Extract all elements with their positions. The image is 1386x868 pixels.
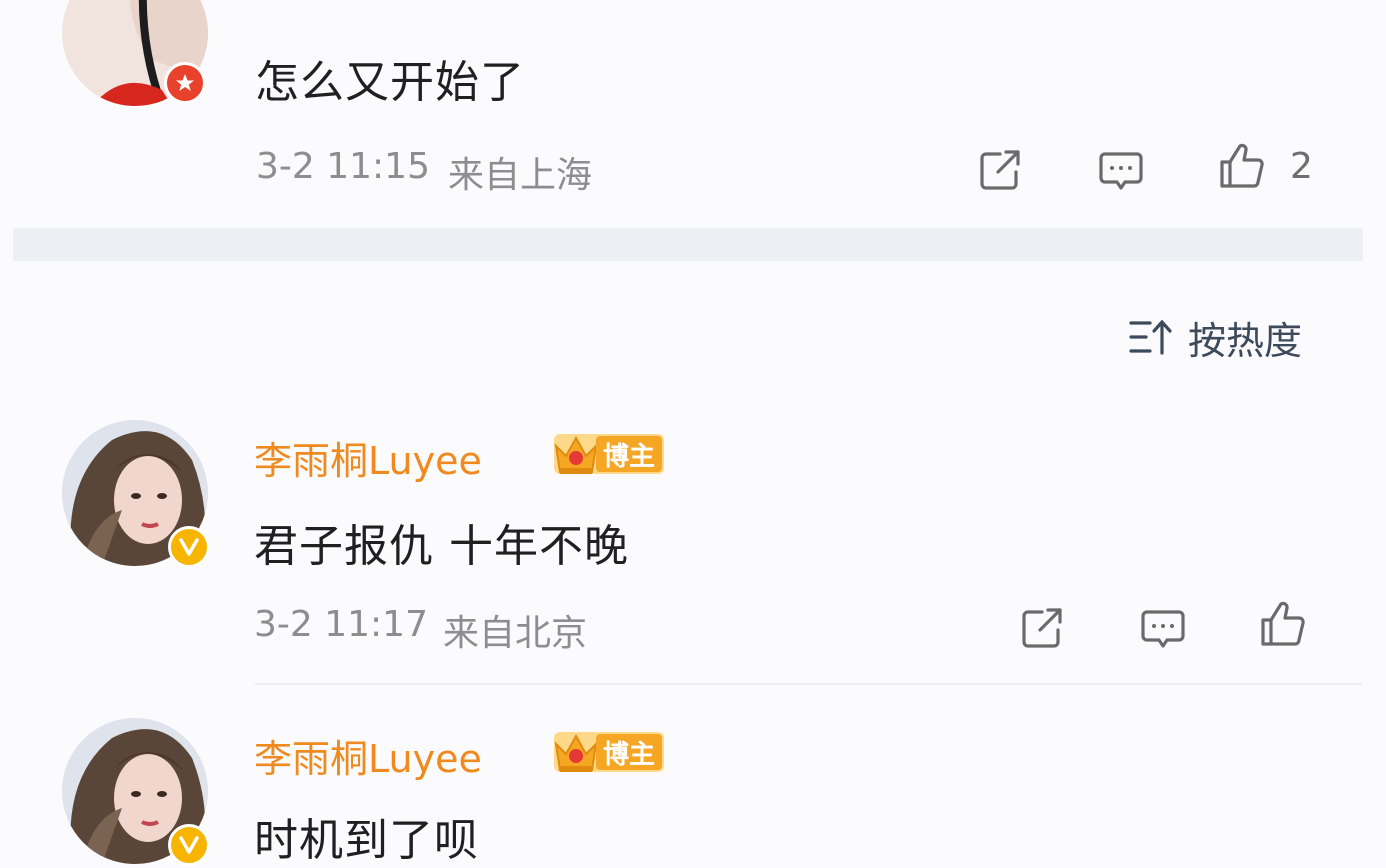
username[interactable]: 李雨桐Luyee (254, 728, 482, 783)
reply-text: 时机到了呗 (254, 815, 479, 866)
badge-label: 博主 (596, 734, 662, 770)
red-badge-icon (164, 62, 206, 104)
comment-text: 怎么又开始了 (255, 57, 525, 108)
avatar-reply-1[interactable] (62, 420, 210, 568)
avatar-first-comment[interactable] (62, 0, 208, 106)
reply-date: 3-2 11:17 (254, 604, 428, 645)
sort-icon (1129, 319, 1172, 355)
blogger-badge: 博主 (554, 434, 664, 474)
comment-icon[interactable] (1139, 604, 1187, 652)
sort-by-hot-button[interactable]: 按热度 (1128, 312, 1303, 363)
sort-label: 按热度 (1188, 318, 1303, 363)
comment-location: 来自上海 (448, 155, 593, 196)
share-icon[interactable] (1018, 604, 1066, 652)
crown-icon (554, 435, 598, 474)
like-icon[interactable] (1259, 600, 1307, 648)
comment-date: 3-2 11:15 (256, 146, 430, 187)
verified-v-icon (168, 824, 210, 866)
reply-location: 来自北京 (443, 613, 588, 654)
badge-label: 博主 (596, 436, 662, 472)
blogger-badge: 博主 (554, 732, 664, 772)
crown-icon (554, 733, 598, 772)
section-divider (13, 228, 1363, 261)
verified-v-icon (168, 526, 210, 568)
like-count: 2 (1290, 146, 1313, 187)
comment-icon[interactable] (1097, 146, 1145, 194)
like-icon[interactable] (1218, 142, 1266, 190)
share-icon[interactable] (976, 146, 1024, 194)
avatar-reply-2[interactable] (62, 718, 210, 866)
username[interactable]: 李雨桐Luyee (254, 430, 482, 485)
reply-text: 君子报仇 十年不晚 (254, 521, 629, 572)
reply-divider (255, 683, 1362, 685)
